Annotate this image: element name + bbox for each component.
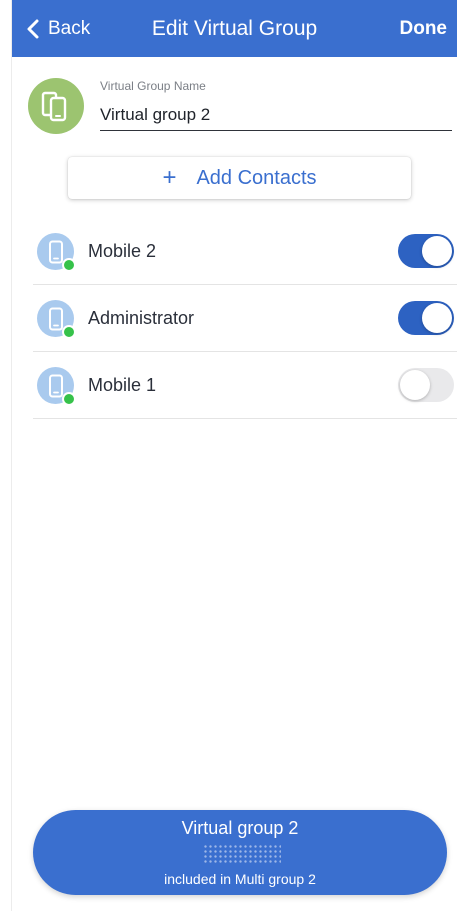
contact-avatar: [37, 300, 76, 339]
back-label: Back: [48, 17, 91, 39]
contact-name: Administrator: [88, 307, 195, 328]
add-contacts-label: Add Contacts: [196, 166, 317, 189]
online-status-dot: [62, 258, 76, 272]
contact-row: Mobile 2: [33, 218, 457, 285]
plus-icon: +: [162, 164, 177, 191]
contact-name: Mobile 1: [88, 374, 157, 395]
contact-toggle[interactable]: [398, 234, 454, 268]
contact-row: Mobile 1: [33, 352, 457, 419]
group-name-input[interactable]: [100, 100, 452, 131]
toggle-knob: [422, 236, 452, 266]
contact-name: Mobile 2: [88, 240, 157, 261]
mobile-phone-icon: [48, 374, 63, 397]
contact-avatar: [37, 367, 76, 406]
summary-subtitle: included in Multi group 2: [164, 871, 316, 887]
contact-avatar: [37, 233, 76, 272]
online-status-dot: [62, 392, 76, 406]
contact-toggle[interactable]: [398, 368, 454, 402]
done-button[interactable]: Done: [400, 0, 448, 57]
drag-handle-icon[interactable]: [203, 844, 281, 864]
mobile-phone-icon: [48, 307, 63, 330]
contact-list: Mobile 2 Administrator Mobile 1: [33, 218, 457, 419]
navigation-bar: Back Edit Virtual Group Done: [12, 0, 457, 57]
online-status-dot: [62, 325, 76, 339]
toggle-knob: [400, 370, 430, 400]
group-avatar[interactable]: [28, 78, 84, 134]
contact-row: Administrator: [33, 285, 457, 352]
devices-icon: [41, 91, 67, 122]
summary-title: Virtual group 2: [181, 818, 299, 838]
left-edge: [0, 0, 12, 911]
chevron-left-icon: [27, 19, 39, 38]
toggle-knob: [422, 303, 452, 333]
group-summary-bar[interactable]: Virtual group 2 included in Multi group …: [33, 810, 447, 895]
back-button[interactable]: Back: [24, 0, 90, 57]
add-contacts-button[interactable]: + Add Contacts: [68, 157, 411, 199]
contact-toggle[interactable]: [398, 301, 454, 335]
group-name-label: Virtual Group Name: [100, 79, 206, 93]
mobile-phone-icon: [48, 240, 63, 263]
